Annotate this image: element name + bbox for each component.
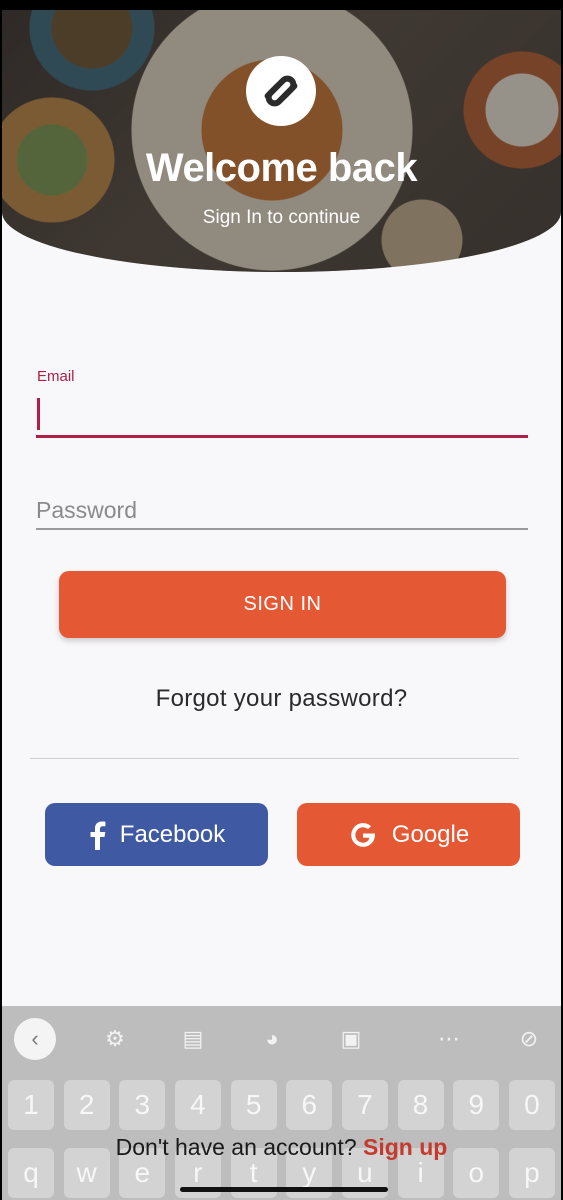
- divider: [30, 758, 519, 759]
- email-label: Email: [37, 368, 75, 385]
- page-subtitle: Sign In to continue: [202, 207, 361, 228]
- login-screen: Welcome back Sign In to continue Email S…: [2, 10, 561, 1200]
- key-2[interactable]: 2: [63, 1080, 110, 1130]
- facebook-login-button[interactable]: Facebook: [45, 803, 268, 866]
- signup-prompt: Don't have an account? Sign up: [2, 1134, 561, 1161]
- sign-in-button[interactable]: SIGN IN: [59, 571, 506, 638]
- page-title: Welcome back: [145, 146, 418, 190]
- facebook-label: Facebook: [119, 820, 226, 848]
- on-screen-keyboard: ‹ ⚙ ▤ ◕ ▣ ⋯ ⊘ 1 2 3 4 5 6 7 8 9 0 q w e …: [2, 1006, 561, 1200]
- key-4[interactable]: 4: [174, 1080, 221, 1130]
- password-field[interactable]: [36, 492, 528, 530]
- translate-icon[interactable]: ▤: [180, 1026, 206, 1052]
- key-8[interactable]: 8: [397, 1080, 444, 1130]
- settings-icon[interactable]: ⚙: [102, 1026, 128, 1052]
- key-3[interactable]: 3: [119, 1080, 166, 1130]
- key-7[interactable]: 7: [341, 1080, 388, 1130]
- more-icon[interactable]: ⋯: [436, 1026, 462, 1052]
- google-icon: [350, 822, 375, 847]
- clipboard-icon[interactable]: ▣: [338, 1026, 364, 1052]
- keyboard-number-row: 1 2 3 4 5 6 7 8 9 0: [2, 1080, 561, 1134]
- text-caret: [37, 398, 40, 430]
- key-6[interactable]: 6: [286, 1080, 333, 1130]
- signup-prompt-text: Don't have an account?: [115, 1134, 357, 1160]
- palette-icon[interactable]: ◕: [259, 1026, 285, 1052]
- facebook-icon: [90, 821, 106, 850]
- google-label: Google: [391, 820, 470, 848]
- key-0[interactable]: 0: [508, 1080, 555, 1130]
- key-9[interactable]: 9: [453, 1080, 500, 1130]
- email-field[interactable]: [36, 392, 528, 438]
- key-5[interactable]: 5: [230, 1080, 277, 1130]
- chain-link-logo-icon: [264, 75, 298, 107]
- app-logo: [246, 56, 316, 126]
- back-icon[interactable]: ‹: [14, 1018, 56, 1060]
- keyboard-toolbar: ‹ ⚙ ▤ ◕ ▣ ⋯ ⊘: [2, 1006, 561, 1072]
- home-indicator: [180, 1187, 388, 1192]
- sign-up-link[interactable]: Sign up: [363, 1134, 447, 1160]
- hero-header-image: [2, 10, 561, 272]
- forgot-password-link[interactable]: Forgot your password?: [2, 685, 561, 713]
- google-login-button[interactable]: Google: [297, 803, 520, 866]
- mic-off-icon[interactable]: ⊘: [516, 1026, 542, 1052]
- key-1[interactable]: 1: [8, 1080, 54, 1130]
